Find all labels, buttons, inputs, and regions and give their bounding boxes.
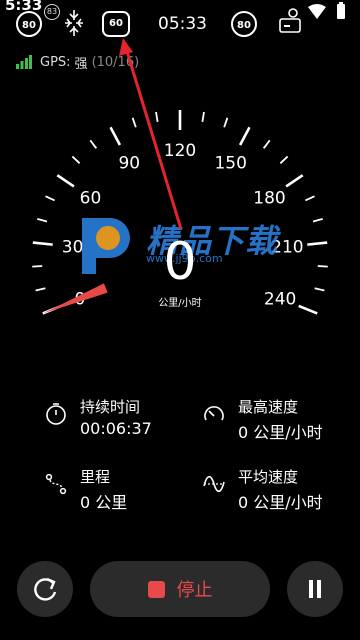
- refresh-icon: [34, 577, 57, 601]
- speed-dial-icon: [204, 406, 224, 421]
- stop-button[interactable]: 停止: [90, 561, 270, 617]
- gauge-minor-tick: [155, 111, 159, 122]
- stopwatch-icon: [46, 403, 66, 425]
- compress-icon: [65, 10, 83, 36]
- gauge-major-tick: [238, 126, 251, 146]
- speed-limit-icon-right: 80: [231, 11, 257, 37]
- reset-button[interactable]: [17, 561, 73, 617]
- gauge-major-tick: [285, 174, 304, 188]
- gauge-tick-label: 90: [118, 154, 140, 174]
- max-speed-value: 0 公里/小时: [238, 423, 323, 442]
- gauge-minor-tick: [131, 117, 137, 128]
- stop-icon: [147, 580, 165, 598]
- speed-unit: 公里/小时: [158, 298, 202, 309]
- gauge-minor-tick: [279, 155, 289, 164]
- distance-label: 里程: [80, 468, 111, 486]
- gauge-minor-tick: [71, 155, 81, 164]
- pause-icon: [309, 580, 321, 598]
- average-wave-icon: [203, 475, 225, 493]
- gauge-major-tick: [32, 241, 53, 246]
- gauge-tick-label: 240: [264, 289, 296, 309]
- gauge-major-tick: [307, 241, 328, 246]
- gps-strength: 强: [74, 56, 88, 72]
- notification-badge: 83: [44, 4, 60, 20]
- gps-status: GPS: 强 (10/16): [16, 53, 140, 72]
- gps-satellites: (10/16): [91, 54, 140, 70]
- gauge-minor-tick: [317, 265, 328, 268]
- gauge-tick-label: 150: [214, 154, 246, 174]
- watermark-logo: [82, 218, 130, 274]
- gauge-minor-tick: [37, 217, 48, 223]
- gauge-minor-tick: [312, 217, 323, 223]
- duration-value: 00:06:37: [80, 419, 152, 438]
- gauge-minor-tick: [32, 265, 43, 268]
- gauge-major-tick: [56, 174, 75, 188]
- status-clock: 05:33: [158, 14, 207, 34]
- stop-label: 停止: [176, 580, 213, 601]
- avg-speed-label: 平均速度: [238, 468, 299, 486]
- current-speed: 0: [163, 232, 197, 292]
- distance-value: 0 公里: [80, 493, 128, 512]
- route-icon: [45, 473, 67, 495]
- speed-limit-icon: 80: [16, 11, 42, 37]
- gauge-minor-tick: [201, 111, 205, 122]
- gauge-minor-tick: [35, 287, 46, 292]
- gauge-tick-label: 120: [164, 141, 196, 161]
- gps-label: GPS:: [40, 54, 71, 70]
- pause-button[interactable]: [287, 561, 343, 617]
- gauge-tick-label: 180: [253, 189, 285, 209]
- duration-label: 持续时间: [80, 398, 141, 416]
- battery-icon: [337, 2, 345, 19]
- speed-camera-icon: 60: [102, 11, 130, 37]
- wifi-icon: [308, 4, 326, 19]
- gauge-minor-tick: [45, 195, 55, 202]
- max-speed-label: 最高速度: [238, 398, 299, 416]
- signal-bars-icon: [16, 55, 32, 69]
- gauge-tick-label: 60: [80, 189, 102, 209]
- gauge-minor-tick: [262, 139, 271, 149]
- gauge-minor-tick: [314, 287, 325, 292]
- status-bar: 5:33 83 80 60 05:33 80: [0, 0, 360, 50]
- avg-speed-value: 0 公里/小时: [238, 493, 323, 512]
- gauge-minor-tick: [223, 117, 229, 128]
- location-card-icon: [279, 8, 301, 33]
- gauge-major-tick: [109, 126, 122, 146]
- gauge-major-tick: [298, 304, 318, 315]
- gauge-minor-tick: [89, 139, 98, 149]
- gauge-minor-tick: [305, 195, 315, 202]
